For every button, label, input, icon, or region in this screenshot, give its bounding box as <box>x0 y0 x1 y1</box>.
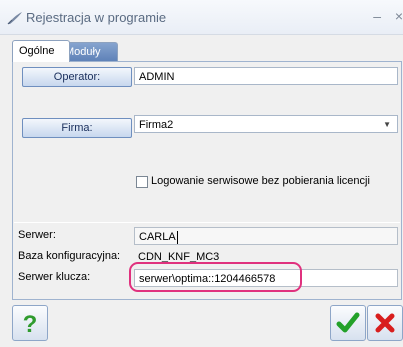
key-server-highlight <box>129 262 302 292</box>
svg-text:?: ? <box>23 311 38 338</box>
service-login-checkbox-label: Logowanie serwisowe bez pobierania licen… <box>151 175 370 187</box>
firma-button-label: Firma: <box>61 122 93 134</box>
close-button[interactable]: × <box>395 8 403 24</box>
registration-dialog: Rejestracja w programie – × Ogólne Moduł… <box>0 0 403 347</box>
config-database-label: Baza konfiguracyjna: <box>18 250 121 262</box>
key-server-label: Serwer klucza: <box>18 271 91 283</box>
chevron-down-icon[interactable]: ▼ <box>383 116 391 134</box>
operator-button-label: Operator: <box>53 71 101 83</box>
server-value: CARLA <box>139 231 176 243</box>
operator-button[interactable]: Operator: <box>22 67 132 87</box>
operator-field[interactable]: ADMIN <box>134 67 398 85</box>
cancel-x-icon <box>375 313 395 333</box>
app-feather-icon <box>7 12 22 25</box>
text-caret <box>176 230 178 244</box>
ok-button[interactable] <box>330 305 366 341</box>
server-field[interactable]: CARLA <box>134 227 398 245</box>
service-login-checkbox[interactable] <box>136 176 148 188</box>
title-bar[interactable]: Rejestracja w programie – × <box>0 0 403 35</box>
cancel-button[interactable] <box>367 305 403 341</box>
minimize-button[interactable]: – <box>373 8 381 24</box>
firma-select[interactable]: Firma2 ▼ <box>134 115 398 133</box>
window-title: Rejestracja w programie <box>26 10 167 25</box>
firma-select-value: Firma2 <box>139 119 174 131</box>
firma-button[interactable]: Firma: <box>22 118 132 138</box>
tab-ogolne[interactable]: Ogólne <box>12 40 70 62</box>
checkmark-icon <box>336 312 360 333</box>
server-label: Serwer: <box>18 229 56 241</box>
help-button[interactable]: ? <box>12 305 48 341</box>
divider <box>14 222 400 223</box>
help-question-icon: ? <box>23 311 38 338</box>
